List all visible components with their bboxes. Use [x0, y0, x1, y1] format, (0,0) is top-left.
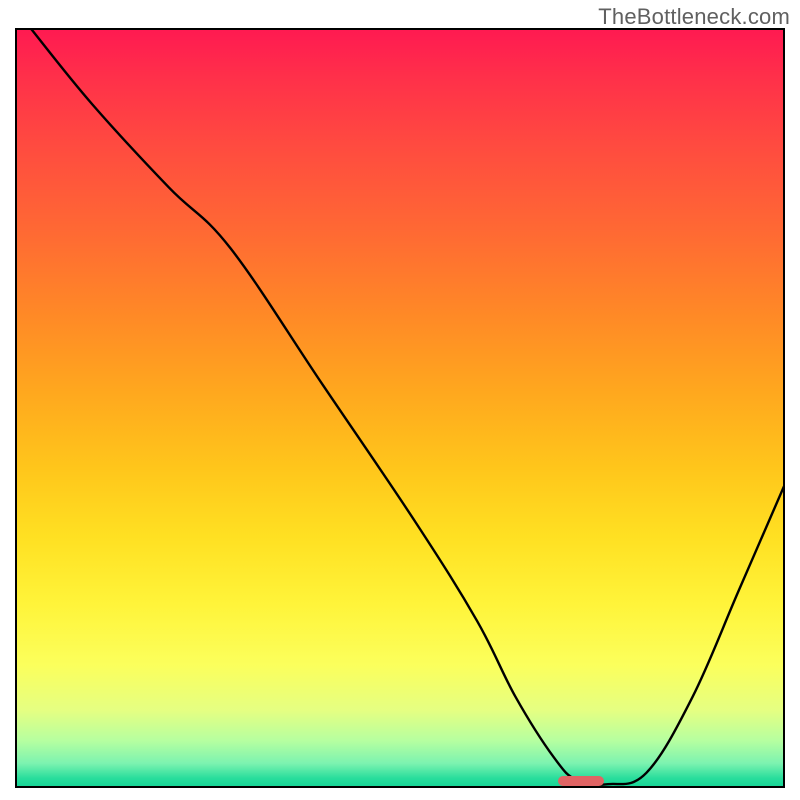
- plot-area: [15, 28, 785, 788]
- optimum-marker: [558, 776, 604, 786]
- watermark-label: TheBottleneck.com: [598, 4, 790, 30]
- bottleneck-curve: [15, 28, 785, 788]
- chart-frame: TheBottleneck.com: [0, 0, 800, 800]
